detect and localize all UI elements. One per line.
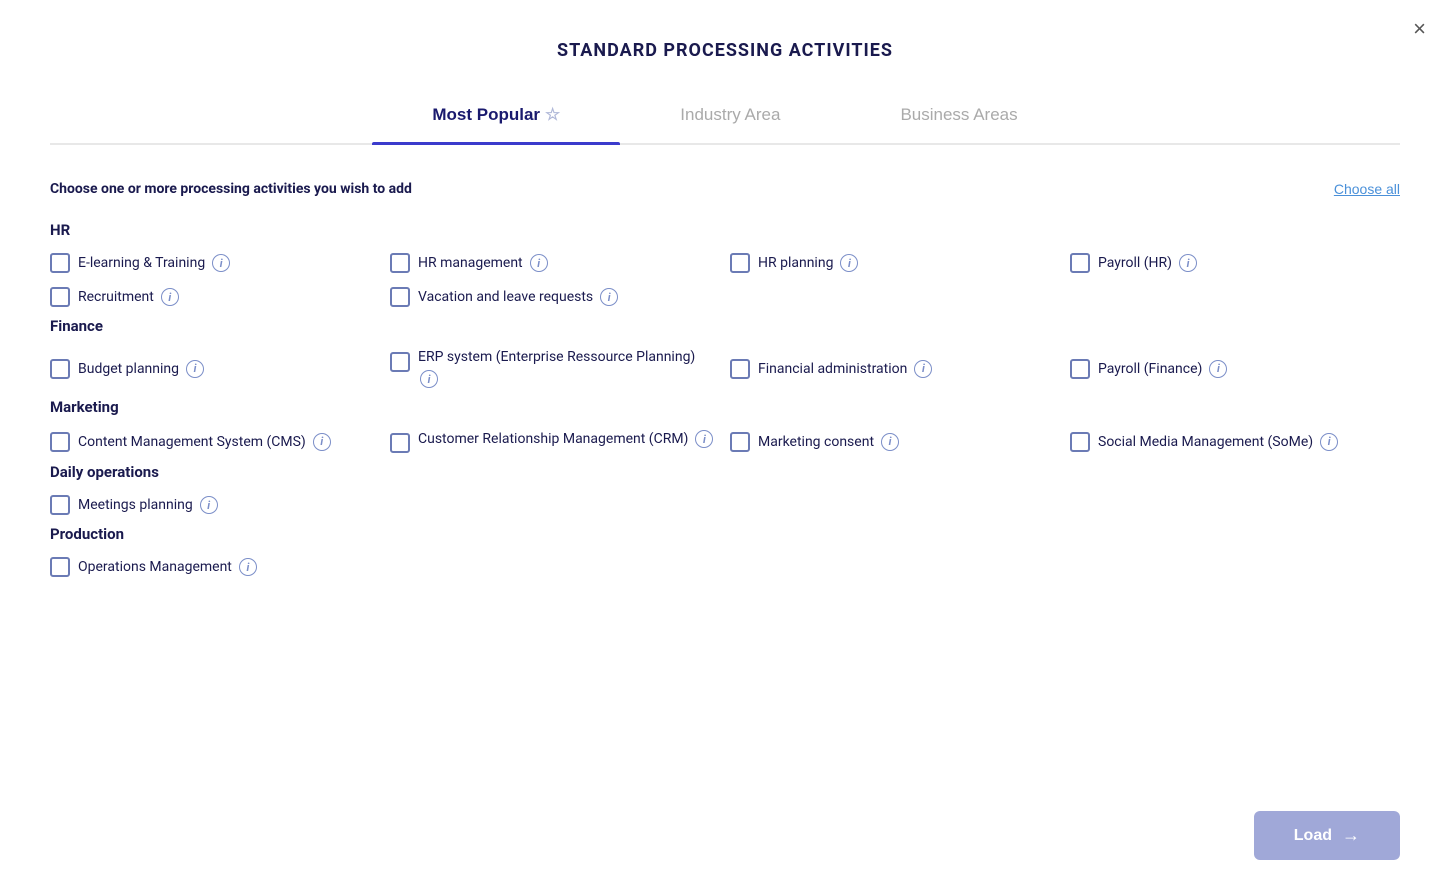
daily-ops-items-grid: Meetings planning i [50, 495, 1400, 515]
payroll-hr-checkbox[interactable] [1070, 253, 1090, 273]
load-label: Load [1294, 827, 1332, 845]
budget-label: Budget planning [78, 361, 179, 377]
list-item: Operations Management i [50, 557, 380, 577]
info-icon[interactable]: i [420, 370, 438, 388]
info-icon[interactable]: i [600, 288, 618, 306]
hr-items-grid: E-learning & Training i HR management i … [50, 253, 1400, 307]
fin-admin-label: Financial administration [758, 361, 907, 377]
crm-checkbox[interactable] [390, 433, 410, 453]
list-item: Meetings planning i [50, 495, 380, 515]
hr-planning-checkbox[interactable] [730, 253, 750, 273]
tab-business-areas[interactable]: Business Areas [840, 93, 1077, 143]
load-button[interactable]: Load → [1254, 811, 1400, 860]
info-icon[interactable]: i [186, 360, 204, 378]
social-media-label: Social Media Management (SoMe) [1098, 434, 1313, 450]
info-icon[interactable]: i [1179, 254, 1197, 272]
payroll-fin-label: Payroll (Finance) [1098, 361, 1202, 377]
fin-admin-checkbox[interactable] [730, 359, 750, 379]
tab-most-popular[interactable]: Most Popular ☆ [372, 93, 620, 143]
ops-mgmt-checkbox[interactable] [50, 557, 70, 577]
section-marketing-title: Marketing [50, 398, 1400, 416]
recruitment-checkbox[interactable] [50, 287, 70, 307]
info-icon[interactable]: i [1209, 360, 1227, 378]
marketing-items-grid: Content Management System (CMS) i Custom… [50, 430, 1400, 453]
info-icon[interactable]: i [212, 254, 230, 272]
list-item: Customer Relationship Management (CRM) i [390, 430, 720, 453]
payroll-fin-checkbox[interactable] [1070, 359, 1090, 379]
info-icon[interactable]: i [200, 496, 218, 514]
section-finance-title: Finance [50, 317, 1400, 335]
list-item: Financial administration i [730, 349, 1060, 388]
modal: × STANDARD PROCESSING ACTIVITIES Most Po… [0, 0, 1450, 890]
cms-checkbox[interactable] [50, 432, 70, 452]
section-production-title: Production [50, 525, 1400, 543]
info-icon[interactable]: i [313, 433, 331, 451]
hr-mgmt-label: HR management [418, 255, 523, 271]
list-item: Payroll (Finance) i [1070, 349, 1400, 388]
crm-label: Customer Relationship Management (CRM) [418, 431, 688, 447]
info-icon[interactable]: i [881, 433, 899, 451]
content-header: Choose one or more processing activities… [50, 181, 1400, 197]
meetings-label: Meetings planning [78, 497, 193, 513]
list-item: Payroll (HR) i [1070, 253, 1400, 273]
list-item: HR planning i [730, 253, 1060, 273]
hr-mgmt-checkbox[interactable] [390, 253, 410, 273]
list-item: HR management i [390, 253, 720, 273]
mkt-consent-checkbox[interactable] [730, 432, 750, 452]
modal-title: STANDARD PROCESSING ACTIVITIES [50, 40, 1400, 61]
section-production: Production Operations Management i [50, 525, 1400, 577]
tabs-bar: Most Popular ☆ Industry Area Business Are… [50, 93, 1400, 145]
list-item: Marketing consent i [730, 430, 1060, 453]
info-icon[interactable]: i [1320, 433, 1338, 451]
finance-items-grid: Budget planning i ERP system (Enterprise… [50, 349, 1400, 388]
erp-label: ERP system (Enterprise Ressource Plannin… [418, 349, 695, 365]
tab-industry-area-label: Industry Area [680, 105, 780, 124]
payroll-hr-label: Payroll (HR) [1098, 255, 1172, 271]
ops-mgmt-label: Operations Management [78, 559, 232, 575]
choose-all-button[interactable]: Choose all [1334, 181, 1400, 197]
info-icon[interactable]: i [914, 360, 932, 378]
cms-label: Content Management System (CMS) [78, 434, 306, 450]
close-button[interactable]: × [1413, 18, 1426, 40]
info-icon[interactable]: i [530, 254, 548, 272]
production-items-grid: Operations Management i [50, 557, 1400, 577]
mkt-consent-label: Marketing consent [758, 434, 874, 450]
list-item: ERP system (Enterprise Ressource Plannin… [390, 349, 720, 388]
list-item: Vacation and leave requests i [390, 287, 720, 307]
section-hr-title: HR [50, 221, 1400, 239]
list-item: Recruitment i [50, 287, 380, 307]
info-icon[interactable]: i [161, 288, 179, 306]
erp-checkbox[interactable] [390, 352, 410, 372]
list-item: Content Management System (CMS) i [50, 430, 380, 453]
arrow-right-icon: → [1342, 825, 1360, 846]
hr-planning-label: HR planning [758, 255, 833, 271]
elearning-checkbox[interactable] [50, 253, 70, 273]
list-item: Social Media Management (SoMe) i [1070, 430, 1400, 453]
tab-most-popular-label: Most Popular [432, 105, 540, 124]
vacation-checkbox[interactable] [390, 287, 410, 307]
budget-checkbox[interactable] [50, 359, 70, 379]
section-hr: HR E-learning & Training i HR management… [50, 221, 1400, 307]
vacation-label: Vacation and leave requests [418, 289, 593, 305]
list-item: E-learning & Training i [50, 253, 380, 273]
section-marketing: Marketing Content Management System (CMS… [50, 398, 1400, 453]
tab-business-areas-label: Business Areas [900, 105, 1017, 124]
social-media-checkbox[interactable] [1070, 432, 1090, 452]
recruitment-label: Recruitment [78, 289, 154, 305]
info-icon[interactable]: i [695, 430, 713, 448]
info-icon[interactable]: i [239, 558, 257, 576]
info-icon[interactable]: i [840, 254, 858, 272]
tab-industry-area[interactable]: Industry Area [620, 93, 840, 143]
list-item: Budget planning i [50, 349, 380, 388]
section-finance: Finance Budget planning i ERP system (En… [50, 317, 1400, 388]
elearning-label: E-learning & Training [78, 255, 205, 271]
section-daily-ops-title: Daily operations [50, 463, 1400, 481]
section-daily-ops: Daily operations Meetings planning i [50, 463, 1400, 515]
instruction-text: Choose one or more processing activities… [50, 181, 412, 197]
star-icon: ☆ [545, 105, 560, 124]
meetings-checkbox[interactable] [50, 495, 70, 515]
